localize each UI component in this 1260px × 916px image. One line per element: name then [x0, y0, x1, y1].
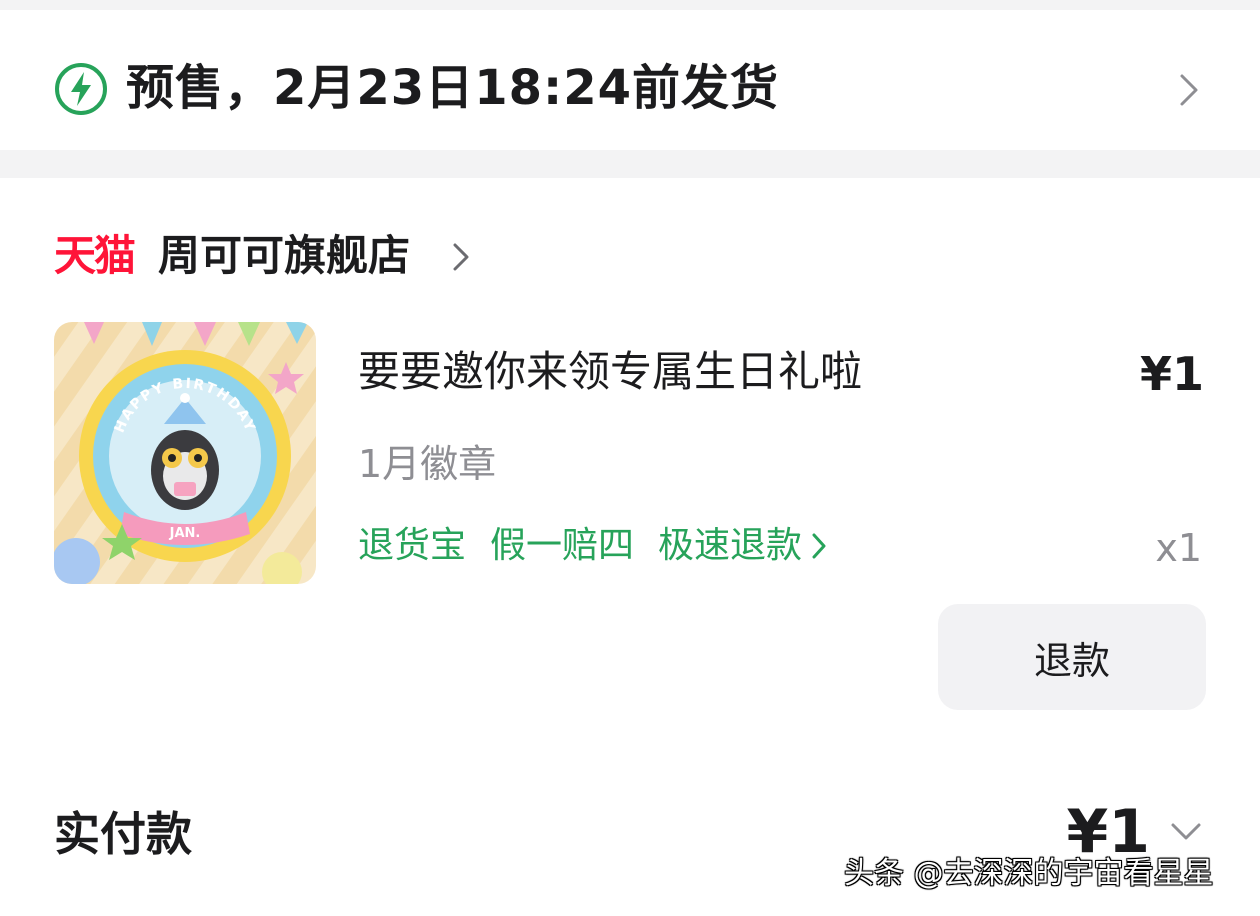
chevron-down-icon[interactable]: [1170, 822, 1202, 842]
ribbon-text: JAN.: [169, 526, 201, 541]
shipping-text: 预售，2月23日18:24前发货: [126, 60, 779, 116]
lightning-icon: [55, 63, 107, 115]
refund-button[interactable]: 退款: [938, 604, 1206, 710]
tag-return-insurance[interactable]: 退货宝: [358, 522, 466, 570]
service-tags[interactable]: 退货宝 假一赔四 极速退款: [358, 522, 826, 570]
tag-fast-refund[interactable]: 极速退款: [658, 522, 802, 570]
order-card: 天猫 周可可旗舰店 HAPPY BIRTHDAY JAN. 要要邀你来领专属生日…: [0, 178, 1260, 916]
product-image[interactable]: HAPPY BIRTHDAY JAN.: [54, 322, 316, 584]
product-spec: 1月徽章: [358, 442, 497, 486]
tag-fake-compensation[interactable]: 假一赔四: [490, 522, 634, 570]
watermark: 头条 @去深深的宇宙看星星: [844, 856, 1214, 891]
tmall-badge: 天猫: [54, 231, 136, 280]
product-title[interactable]: 要要邀你来领专属生日礼啦: [358, 344, 862, 400]
shipping-row[interactable]: 预售，2月23日18:24前发货: [0, 10, 1260, 150]
chevron-right-icon[interactable]: [812, 533, 826, 559]
product-price: ¥1: [1139, 347, 1204, 401]
chevron-right-icon[interactable]: [452, 242, 470, 272]
store-name[interactable]: 周可可旗舰店: [158, 228, 410, 284]
payment-label: 实付款: [54, 807, 192, 861]
product-quantity: x1: [1155, 526, 1202, 570]
chevron-right-icon[interactable]: [1178, 72, 1200, 108]
